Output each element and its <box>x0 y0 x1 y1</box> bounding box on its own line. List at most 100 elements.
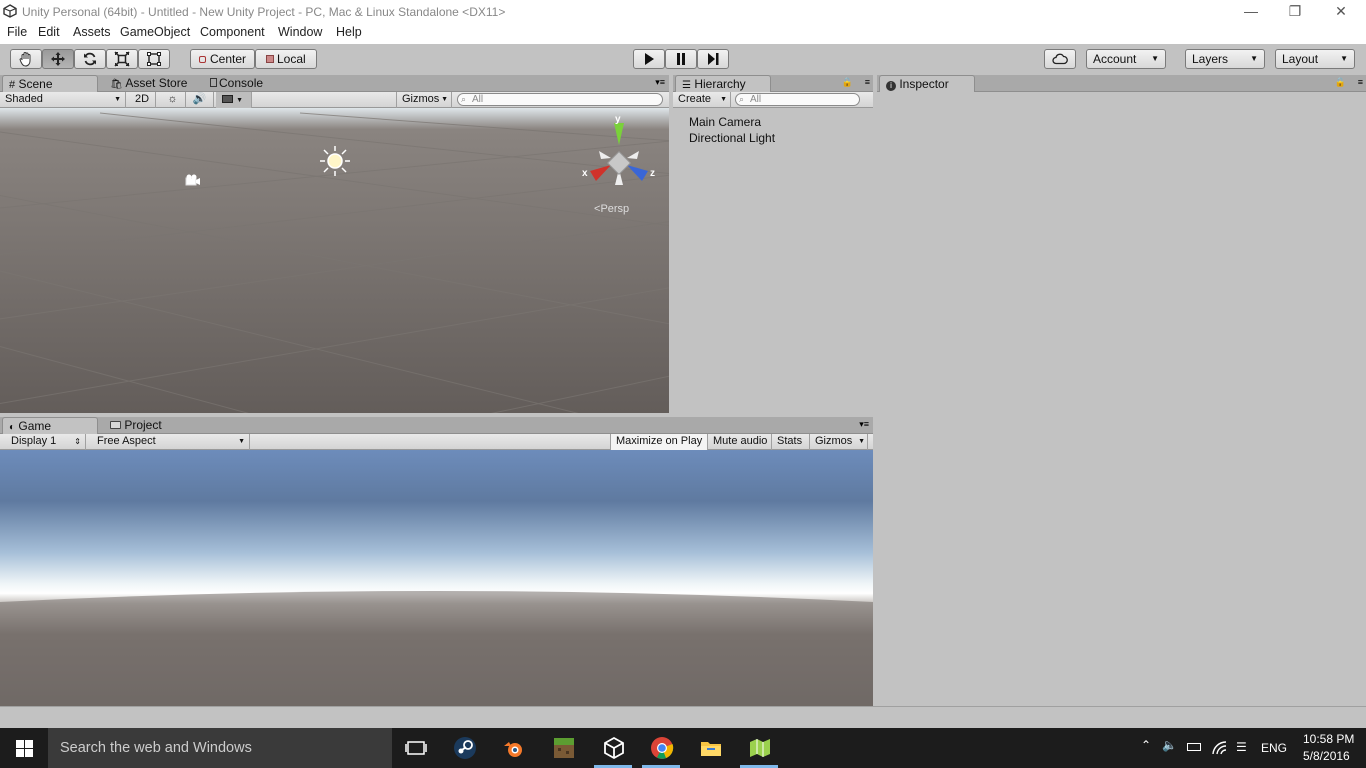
hierarchy-search-input[interactable]: ⌕ All <box>735 93 860 106</box>
hierarchy-item-directional-light[interactable]: Directional Light <box>689 131 775 145</box>
stepper-arrow-icon: ⇕ <box>74 437 81 446</box>
hand-icon <box>19 52 31 67</box>
minecraft-icon[interactable] <box>552 736 576 760</box>
tab-inspector-label: Inspector <box>899 77 949 91</box>
image-icon <box>222 95 233 104</box>
grid-icon: # <box>9 79 16 91</box>
pause-button[interactable] <box>665 49 697 69</box>
account-label: Account <box>1093 52 1137 66</box>
hand-tool-button[interactable] <box>10 49 42 69</box>
scene-search-input[interactable]: ⌕ All <box>457 93 663 106</box>
layers-dropdown[interactable]: Layers ▼ <box>1185 49 1265 69</box>
steam-icon[interactable] <box>453 736 477 760</box>
dropdown-arrow-icon: ▼ <box>441 96 448 103</box>
minimize-button[interactable]: — <box>1228 0 1274 24</box>
language-indicator[interactable]: ENG <box>1261 741 1287 755</box>
scene-search-placeholder: All <box>472 94 484 105</box>
move-tool-button[interactable] <box>42 49 74 69</box>
tab-project[interactable]: Project <box>104 417 184 435</box>
chrome-icon[interactable] <box>650 736 674 760</box>
rotate-tool-button[interactable] <box>74 49 106 69</box>
map-app-icon[interactable] <box>748 736 772 760</box>
clock-time[interactable]: 10:58 PM <box>1303 732 1354 746</box>
menu-component[interactable]: Component <box>200 25 265 39</box>
create-dropdown[interactable]: Create ▼ <box>673 92 731 108</box>
menu-assets[interactable]: Assets <box>73 25 111 39</box>
maximize-on-play-toggle[interactable]: Maximize on Play <box>610 434 708 450</box>
scene-control-bar: Shaded ▼ 2D ☼ 🔊 ▼ Gizmos ▼ ⌕ All <box>0 92 669 108</box>
taskbar-search-box[interactable]: Search the web and Windows <box>48 728 392 768</box>
menu-file[interactable]: File <box>7 25 27 39</box>
pivot-space-button[interactable]: Local <box>255 49 317 69</box>
rect-tool-button[interactable] <box>138 49 170 69</box>
cloud-button[interactable] <box>1044 49 1076 69</box>
title-bar: Unity Personal (64bit) - Untitled - New … <box>0 0 1366 24</box>
scene-viewport[interactable] <box>0 108 669 413</box>
scale-icon <box>114 51 130 67</box>
restore-button[interactable]: ❐ <box>1272 0 1318 24</box>
scene-view[interactable]: y x z <Persp <box>0 108 669 413</box>
scene-effects-dropdown[interactable]: ▼ <box>216 92 252 108</box>
close-button[interactable]: ✕ <box>1318 0 1364 24</box>
blender-icon[interactable] <box>502 736 526 760</box>
game-view[interactable] <box>0 450 873 706</box>
status-bar <box>0 706 1366 728</box>
directional-light-gizmo[interactable] <box>320 146 350 176</box>
tab-scene[interactable]: # Scene <box>2 75 98 93</box>
task-view-icon[interactable] <box>404 736 428 760</box>
clock-date[interactable]: 5/8/2016 <box>1303 749 1350 763</box>
lock-icon[interactable]: 🔒 <box>842 77 853 88</box>
search-icon: ⌕ <box>739 94 745 104</box>
menu-help[interactable]: Help <box>336 25 362 39</box>
scale-tool-button[interactable] <box>106 49 138 69</box>
volume-icon[interactable]: 🔈 <box>1162 738 1177 752</box>
hierarchy-item-main-camera[interactable]: Main Camera <box>689 115 761 129</box>
tab-game-label: Game <box>18 419 52 433</box>
game-gizmos-toggle[interactable]: Gizmos ▼ <box>810 434 868 450</box>
aspect-dropdown[interactable]: Free Aspect ▼ <box>92 434 250 450</box>
pivot-center-button[interactable]: Center <box>190 49 255 69</box>
shading-label: Shaded <box>5 93 43 105</box>
panel-menu-icon[interactable]: ≡ <box>865 77 870 87</box>
file-explorer-icon[interactable] <box>699 736 723 760</box>
mute-audio-toggle[interactable]: Mute audio <box>708 434 772 450</box>
scene-gizmos-dropdown[interactable]: Gizmos ▼ <box>396 92 452 108</box>
axis-y-label: y <box>615 114 621 125</box>
inspector-tab-bar: i Inspector 🔒 ≡ <box>877 75 1366 93</box>
scene-audio-toggle[interactable]: 🔊 <box>186 92 214 108</box>
layout-dropdown[interactable]: Layout ▼ <box>1275 49 1355 69</box>
shading-mode-dropdown[interactable]: Shaded ▼ <box>0 92 126 108</box>
step-button[interactable] <box>697 49 729 69</box>
menu-edit[interactable]: Edit <box>38 25 60 39</box>
play-button[interactable] <box>633 49 665 69</box>
windows-start-icon[interactable] <box>16 740 33 757</box>
tab-hierarchy[interactable]: ☰ Hierarchy <box>675 75 771 93</box>
2d-toggle[interactable]: 2D <box>130 92 156 108</box>
battery-icon[interactable] <box>1187 743 1201 751</box>
hierarchy-panel: Main Camera Directional Light <box>673 108 873 413</box>
projection-toggle[interactable]: <Persp <box>594 203 629 215</box>
display-dropdown[interactable]: Display 1 ⇕ <box>6 434 86 450</box>
scene-lighting-toggle[interactable]: ☼ <box>160 92 186 108</box>
panel-menu-icon[interactable]: ▾≡ <box>655 77 665 88</box>
lock-icon[interactable]: 🔒 <box>1335 77 1346 88</box>
tab-asset-store[interactable]: 🛍 Asset Store <box>104 75 198 93</box>
game-control-bar: Display 1 ⇕ Free Aspect ▼ Maximize on Play… <box>0 434 873 450</box>
wifi-icon[interactable] <box>1212 741 1228 755</box>
tab-console[interactable]: Console <box>204 75 284 93</box>
tab-game[interactable]: ◐ Game <box>2 417 98 435</box>
panel-menu-icon[interactable]: ▾≡ <box>859 419 869 430</box>
show-hidden-icons-icon[interactable]: ⌃ <box>1141 738 1151 752</box>
tab-scene-label: Scene <box>18 77 53 91</box>
tab-inspector[interactable]: i Inspector <box>879 75 975 93</box>
menu-gameobject[interactable]: GameObject <box>120 25 190 39</box>
stats-toggle[interactable]: Stats <box>772 434 810 450</box>
unity-taskbar-icon[interactable] <box>602 736 626 760</box>
menu-window[interactable]: Window <box>278 25 322 39</box>
account-dropdown[interactable]: Account ▼ <box>1086 49 1166 69</box>
action-center-icon[interactable]: ☰ <box>1236 740 1247 754</box>
game-tab-bar: ◐ Game Project ▾≡ <box>0 417 873 435</box>
rotate-icon <box>84 52 96 66</box>
create-label: Create <box>678 93 712 105</box>
panel-menu-icon[interactable]: ≡ <box>1358 77 1363 87</box>
